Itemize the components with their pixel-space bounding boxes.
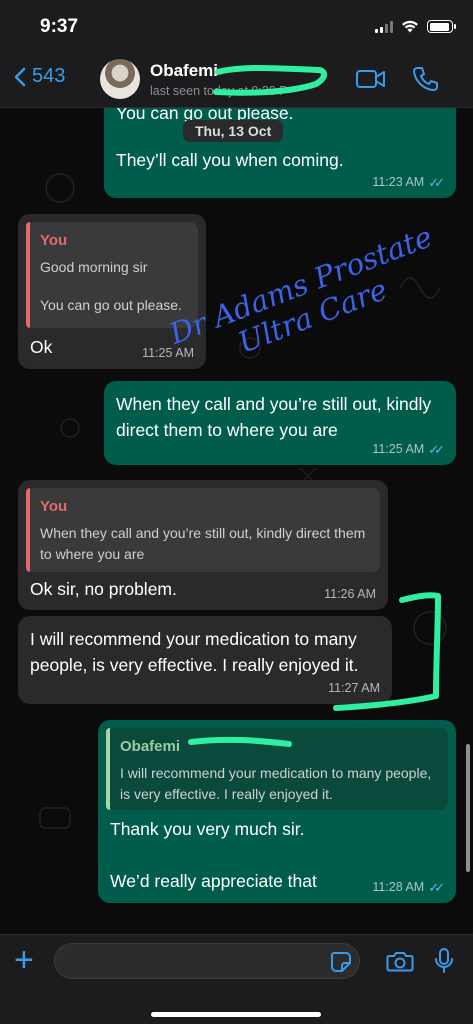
message-time: 11:27 AM — [328, 681, 380, 696]
message-text: They’ll call you when coming. — [116, 150, 344, 170]
read-ticks-icon: ✓✓ — [428, 441, 445, 457]
quoted-message[interactable]: You When they call and you’re still out,… — [26, 488, 380, 572]
read-ticks-icon: ✓✓ — [428, 879, 445, 895]
back-button[interactable]: 543 — [14, 65, 65, 88]
message-input[interactable] — [54, 943, 360, 979]
plus-icon[interactable]: + — [14, 943, 34, 977]
quoted-message[interactable]: You Good morning sir You can go out plea… — [26, 222, 198, 328]
avatar[interactable] — [100, 59, 140, 99]
microphone-icon[interactable] — [434, 947, 454, 975]
message-meta: 11:28 AM ✓✓ — [372, 878, 445, 898]
input-bar: + — [0, 934, 473, 1024]
quote-text-line2: You can go out please. — [40, 296, 182, 313]
message-time: 11:25 AM — [142, 346, 194, 361]
status-bar: 9:37 — [0, 0, 473, 50]
back-count: 543 — [32, 65, 66, 87]
battery-level — [429, 22, 449, 31]
contact-name[interactable]: Obafemi — [150, 61, 218, 81]
message-text-line1: Thank you very much sir. — [110, 819, 305, 839]
scrollbar[interactable] — [466, 744, 470, 872]
quote-author: You — [40, 498, 68, 515]
battery-icon — [427, 20, 456, 33]
message-text-line2: We’d really appreciate that — [110, 871, 317, 891]
status-icons — [375, 20, 456, 33]
phone-icon[interactable] — [412, 65, 438, 93]
camera-icon[interactable] — [386, 949, 414, 973]
message-bubble-incoming[interactable]: You Good morning sir You can go out plea… — [18, 214, 206, 369]
home-indicator — [151, 1012, 321, 1017]
message-bubble-outgoing[interactable]: Obafemi I will recommend your medication… — [98, 720, 456, 903]
message-time: 11:26 AM — [324, 587, 376, 602]
message-meta: 11:27 AM — [328, 679, 380, 698]
last-seen-status: last seen today at 9:20 P — [150, 84, 288, 98]
read-ticks-icon: ✓✓ — [428, 174, 445, 190]
quote-author: You — [40, 232, 68, 249]
chat-header: 543 Obafemi last seen today at 9:20 P — [0, 50, 473, 108]
message-text: I will recommend your medication to many… — [30, 629, 359, 676]
message-text: When they call and you’re still out, kin… — [116, 394, 432, 441]
signal-icon — [375, 20, 393, 33]
quoted-message[interactable]: Obafemi I will recommend your medication… — [106, 728, 448, 810]
chat-area[interactable]: You can go out please. They’ll call you … — [0, 108, 473, 934]
message-meta: 11:25 AM ✓✓ — [372, 440, 445, 460]
message-meta: 11:25 AM — [142, 344, 194, 363]
back-chevron-icon — [14, 67, 26, 86]
message-text: Ok — [30, 337, 53, 357]
message-bubble-incoming[interactable]: I will recommend your medication to many… — [18, 616, 392, 704]
message-bubble-incoming[interactable]: You When they call and you’re still out,… — [18, 480, 388, 610]
message-meta: 11:26 AM — [324, 585, 376, 604]
quote-author: Obafemi — [120, 738, 181, 755]
message-text: Ok sir, no problem. — [30, 579, 177, 599]
message-time: 11:28 AM — [372, 879, 425, 894]
quote-text: I will recommend your medication to many… — [120, 764, 432, 802]
quote-text: When they call and you’re still out, kin… — [40, 524, 366, 562]
message-time: 11:25 AM — [372, 441, 425, 456]
video-call-icon[interactable] — [355, 65, 387, 93]
quote-text-line1: Good morning sir — [40, 258, 148, 275]
date-divider: Thu, 13 Oct — [183, 120, 284, 142]
message-time: 11:23 AM — [372, 174, 425, 189]
message-bubble-outgoing[interactable]: When they call and you’re still out, kin… — [104, 381, 456, 465]
wifi-icon — [402, 20, 418, 33]
status-time: 9:37 — [40, 16, 79, 37]
sticker-icon[interactable] — [330, 951, 352, 973]
message-meta: 11:23 AM ✓✓ — [372, 173, 445, 193]
